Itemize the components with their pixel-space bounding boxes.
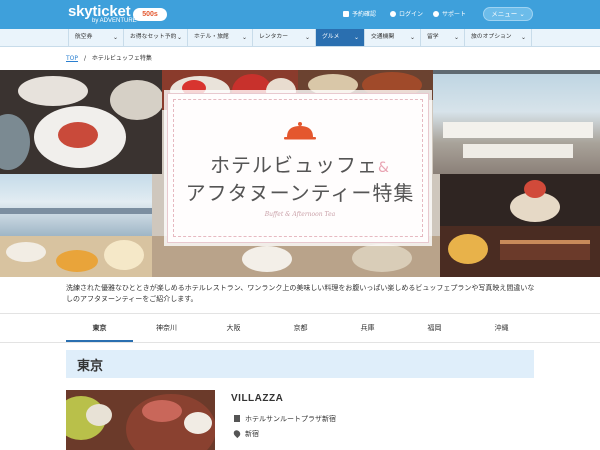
- nav-item-label: 航空券: [75, 34, 93, 40]
- nav-item-study-abroad[interactable]: 留学 ⌄: [420, 29, 464, 46]
- nav-item-hotels[interactable]: ホテル・旅館 ⌄: [187, 29, 252, 46]
- hero-title-text: ホテルビュッフェ: [210, 153, 379, 177]
- ampersand-mark: &: [378, 160, 390, 176]
- nav-item-label: 旅のオプション: [471, 34, 512, 40]
- hero-title-line2: アフタヌーンティー特集: [185, 181, 415, 205]
- reservation-check-link[interactable]: 予約確認: [343, 10, 376, 19]
- tab-tokyo[interactable]: 東京: [66, 314, 133, 342]
- breadcrumb: TOP / ホテルビュッフェ特集: [66, 53, 152, 62]
- buffet-photo-tile: [0, 236, 152, 277]
- restaurant-name[interactable]: VILLAZZA: [231, 393, 283, 404]
- section-heading-bar: 東京: [66, 350, 534, 378]
- main-navigation: 航空券 ⌄ お得なセット予約 ⌄ ホテル・旅館 ⌄ レンタカー ⌄ グルメ ⌄ 交通機関 ⌄…: [0, 29, 600, 47]
- chevron-down-icon: ⌄: [176, 34, 182, 41]
- tab-fukuoka[interactable]: 福岡: [401, 314, 468, 342]
- breadcrumb-separator: /: [83, 55, 86, 62]
- tab-kyoto[interactable]: 京都: [267, 314, 334, 342]
- top-header: skyticket by ADVENTURE 500s 予約確認 ログイン サポ…: [0, 0, 600, 29]
- map-pin-icon: [232, 428, 242, 439]
- chevron-down-icon: ⌄: [304, 34, 310, 41]
- menu-button[interactable]: メニュー ⌄: [483, 7, 533, 21]
- chevron-down-icon: ⌄: [353, 34, 359, 41]
- nav-item-label: 交通機関: [371, 34, 395, 40]
- nav-item-label: 留学: [427, 34, 439, 40]
- logo-text: skyticket: [68, 3, 131, 20]
- nav-item-flights[interactable]: 航空券 ⌄: [68, 29, 123, 46]
- building-icon: [234, 415, 240, 422]
- nav-item-gourmet[interactable]: グルメ ⌄: [315, 29, 364, 46]
- cloche-icon: [284, 122, 316, 140]
- anniversary-badge: 500s: [133, 8, 167, 21]
- restaurant-hotel: ホテルサンルートプラザ新宿: [234, 414, 336, 424]
- tab-osaka[interactable]: 大阪: [200, 314, 267, 342]
- login-link[interactable]: ログイン: [390, 10, 423, 19]
- restaurant-area-label: 新宿: [245, 430, 259, 438]
- nav-item-package[interactable]: お得なセット予約 ⌄: [123, 29, 187, 46]
- user-icon: [390, 11, 396, 17]
- restaurant-photo[interactable]: [66, 390, 215, 450]
- hero-script-text: Buffet & Afternoon Tea: [264, 211, 336, 218]
- tab-kanagawa[interactable]: 神奈川: [133, 314, 200, 342]
- nav-item-label: お得なセット予約: [130, 34, 177, 40]
- support-link[interactable]: サポート: [433, 10, 466, 19]
- logo-subtext: by ADVENTURE: [92, 18, 137, 24]
- nav-item-transport[interactable]: 交通機関 ⌄: [364, 29, 420, 46]
- tab-hyogo[interactable]: 兵庫: [334, 314, 401, 342]
- login-label: ログイン: [399, 11, 424, 18]
- sweets-photo-tile: [440, 226, 600, 277]
- section-heading: 東京: [77, 359, 104, 374]
- chevron-down-icon: ⌄: [112, 34, 118, 41]
- chevron-down-icon: ⌄: [409, 34, 415, 41]
- tab-okinawa[interactable]: 沖縄: [468, 314, 535, 342]
- chevron-down-icon: ⌄: [520, 34, 526, 41]
- nav-item-label: ホテル・旅館: [194, 34, 229, 40]
- breadcrumb-current: ホテルビュッフェ特集: [91, 55, 152, 62]
- restaurant-area: 新宿: [232, 428, 259, 439]
- chevron-down-icon: ⌄: [241, 34, 247, 41]
- nav-item-label: レンタカー: [259, 34, 288, 40]
- menu-label: メニュー: [491, 10, 518, 18]
- document-icon: [343, 11, 349, 17]
- skyticket-logo[interactable]: skyticket by ADVENTURE: [68, 3, 137, 24]
- nav-item-rentacar[interactable]: レンタカー ⌄: [252, 29, 315, 46]
- support-label: サポート: [442, 11, 467, 18]
- region-tabs: 東京 神奈川 大阪 京都 兵庫 福岡 沖縄: [0, 313, 600, 343]
- reservation-check-label: 予約確認: [352, 11, 377, 18]
- intro-text: 洗練された優雅なひとときが楽しめるホテルレストラン、ワンランク上の美味しい料理を…: [66, 284, 535, 303]
- hero-title-line1: ホテルビュッフェ&: [0, 149, 600, 178]
- restaurant-hotel-label: ホテルサンルートプラザ新宿: [245, 415, 336, 423]
- nav-item-options[interactable]: 旅のオプション ⌄: [464, 29, 532, 46]
- chevron-down-icon: ⌄: [519, 10, 525, 18]
- help-icon: [433, 11, 439, 17]
- chevron-down-icon: ⌄: [453, 34, 459, 41]
- nav-item-label: グルメ: [322, 34, 340, 40]
- breadcrumb-top-link[interactable]: TOP: [66, 55, 78, 62]
